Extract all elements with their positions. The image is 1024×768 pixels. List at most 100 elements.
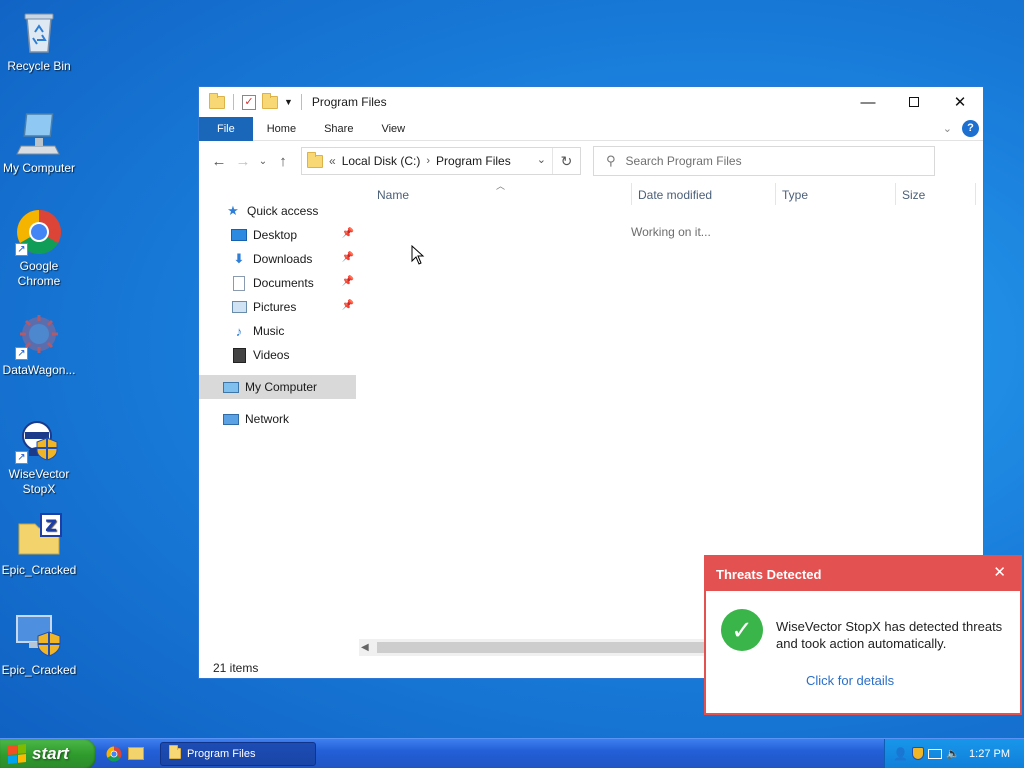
- music-icon: ♪: [235, 323, 243, 339]
- up-button[interactable]: ↑: [271, 153, 295, 170]
- folder-icon: [169, 745, 181, 759]
- column-size[interactable]: Size: [902, 188, 925, 202]
- shortcut-arrow-icon: ↗: [15, 451, 28, 464]
- pin-icon[interactable]: 📌: [342, 276, 354, 287]
- chevron-right-icon[interactable]: ›: [426, 155, 430, 167]
- wisevector-tray-icon[interactable]: 👤: [893, 747, 908, 761]
- nav-network[interactable]: Network: [199, 407, 356, 431]
- tab-file[interactable]: File: [199, 116, 253, 141]
- window-title: Program Files: [311, 95, 387, 109]
- desktop-folder-icon: [231, 227, 247, 243]
- computer-icon: [15, 110, 63, 158]
- nav-music[interactable]: ♪ Music: [199, 319, 356, 343]
- maximize-button[interactable]: [891, 87, 937, 117]
- clock[interactable]: 1:27 PM: [969, 748, 1010, 760]
- forward-button[interactable]: →: [231, 153, 255, 170]
- folder-icon: [209, 92, 225, 109]
- security-shield-icon[interactable]: [911, 747, 924, 760]
- pin-icon[interactable]: 📌: [342, 252, 354, 263]
- tab-share[interactable]: Share: [310, 117, 367, 141]
- nav-quick-access[interactable]: ★ Quick access: [199, 199, 356, 223]
- ribbon: File Home Share View ⌄ ?: [199, 116, 983, 141]
- desktop-icon-my-computer[interactable]: My Computer: [0, 110, 78, 176]
- minimize-button[interactable]: —: [845, 87, 891, 117]
- desktop-icon-label: Recycle Bin: [7, 59, 71, 73]
- nav-pictures[interactable]: Pictures 📌: [199, 295, 356, 319]
- refresh-button[interactable]: ↻: [552, 148, 580, 174]
- details-link[interactable]: Click for details: [806, 673, 894, 688]
- status-item-count: 21 items: [213, 661, 259, 675]
- back-button[interactable]: ←: [207, 153, 231, 170]
- qat-dropdown-icon[interactable]: ▼: [284, 97, 293, 107]
- sort-ascending-icon: ︿: [496, 181, 506, 191]
- computer-icon: [223, 379, 239, 395]
- shortcut-arrow-icon: ↗: [15, 243, 28, 256]
- desktop-icon-recycle-bin[interactable]: Recycle Bin: [0, 8, 78, 74]
- wisevector-icon: ↗: [15, 416, 63, 464]
- breadcrumb-local-disk[interactable]: Local Disk (C:): [342, 154, 421, 168]
- network-tray-icon[interactable]: [927, 748, 942, 759]
- document-icon: [231, 275, 247, 291]
- column-date-modified[interactable]: Date modified: [638, 188, 712, 202]
- desktop-icon-datawagon[interactable]: ↗ DataWagon...: [0, 312, 78, 378]
- tab-view[interactable]: View: [367, 117, 419, 141]
- shield-monitor-icon: [15, 612, 63, 660]
- desktop-icon-label: Epic_Cracked: [1, 663, 77, 677]
- scroll-left-icon[interactable]: ◀: [361, 639, 369, 656]
- recycle-bin-icon: [15, 8, 63, 56]
- search-input[interactable]: Search Program Files: [626, 154, 742, 168]
- properties-icon[interactable]: ✓: [242, 94, 256, 110]
- desktop-icon-wisevector[interactable]: ↗ WiseVector StopX: [0, 416, 78, 497]
- app-icon: ↗: [15, 312, 63, 360]
- desktop-icon-label: Google Chrome: [17, 259, 61, 288]
- mouse-cursor-icon: [411, 245, 425, 265]
- pictures-icon: [231, 299, 247, 315]
- nav-downloads[interactable]: ⬇ Downloads 📌: [199, 247, 356, 271]
- svg-text:Z: Z: [45, 516, 57, 535]
- chrome-icon[interactable]: [106, 746, 122, 762]
- desktop-icon-google-chrome[interactable]: ↗ Google Chrome: [0, 208, 78, 289]
- search-box[interactable]: ⚲ Search Program Files: [593, 146, 935, 176]
- desktop-icon-label: DataWagon...: [2, 363, 76, 377]
- desktop-icon-label: WiseVector StopX: [8, 467, 70, 496]
- threat-notification[interactable]: Threats Detected ✕ ✓ WiseVector StopX ha…: [704, 555, 1022, 715]
- start-button[interactable]: start: [0, 738, 96, 768]
- address-bar[interactable]: « Local Disk (C:) › Program Files ⌄ ↻: [301, 147, 581, 175]
- nav-documents[interactable]: Documents 📌: [199, 271, 356, 295]
- help-icon[interactable]: ?: [962, 120, 979, 137]
- chrome-icon: ↗: [15, 208, 63, 256]
- taskbar-item-program-files[interactable]: Program Files: [160, 741, 316, 766]
- desktop-icon-epic-cracked-shield[interactable]: Epic_Cracked: [0, 612, 78, 678]
- expand-ribbon-icon[interactable]: ⌄: [943, 122, 952, 135]
- tab-home[interactable]: Home: [253, 117, 310, 141]
- folder-icon: [307, 151, 323, 168]
- nav-desktop[interactable]: Desktop 📌: [199, 223, 356, 247]
- file-explorer-icon[interactable]: [128, 747, 144, 760]
- volume-icon[interactable]: 🔈: [946, 747, 960, 760]
- recent-locations-button[interactable]: ⌄: [255, 156, 271, 167]
- chevron-down-icon[interactable]: ⌄: [537, 153, 546, 166]
- close-button[interactable]: ✕: [937, 87, 983, 117]
- column-type[interactable]: Type: [782, 188, 808, 202]
- navigation-pane: ★ Quick access Desktop 📌 ⬇ Downloads 📌 D…: [199, 181, 356, 661]
- breadcrumb-program-files[interactable]: Program Files: [436, 154, 511, 168]
- shortcut-arrow-icon: ↗: [15, 347, 28, 360]
- close-icon[interactable]: ✕: [993, 563, 1006, 581]
- zip-folder-icon: Z: [15, 512, 63, 560]
- nav-my-computer[interactable]: My Computer: [199, 375, 356, 399]
- desktop-icon-epic-cracked-zip[interactable]: Z Epic_Cracked: [0, 512, 78, 578]
- title-bar[interactable]: ✓ ▼ Program Files — ✕: [199, 87, 983, 117]
- notification-message: WiseVector StopX has detected threats an…: [776, 619, 1003, 651]
- taskbar: start Program Files 👤 🔈 1:27 PM: [0, 738, 1024, 768]
- loading-text: Working on it...: [631, 225, 711, 239]
- column-name[interactable]: Name: [377, 188, 409, 202]
- pin-icon[interactable]: 📌: [342, 228, 354, 239]
- address-overflow[interactable]: «: [329, 154, 336, 168]
- new-folder-icon[interactable]: [262, 92, 278, 109]
- star-icon: ★: [227, 203, 239, 218]
- search-icon: ⚲: [606, 153, 616, 168]
- pin-icon[interactable]: 📌: [342, 300, 354, 311]
- videos-icon: [231, 347, 247, 363]
- nav-videos[interactable]: Videos: [199, 343, 356, 367]
- desktop-icon-label: My Computer: [2, 161, 76, 175]
